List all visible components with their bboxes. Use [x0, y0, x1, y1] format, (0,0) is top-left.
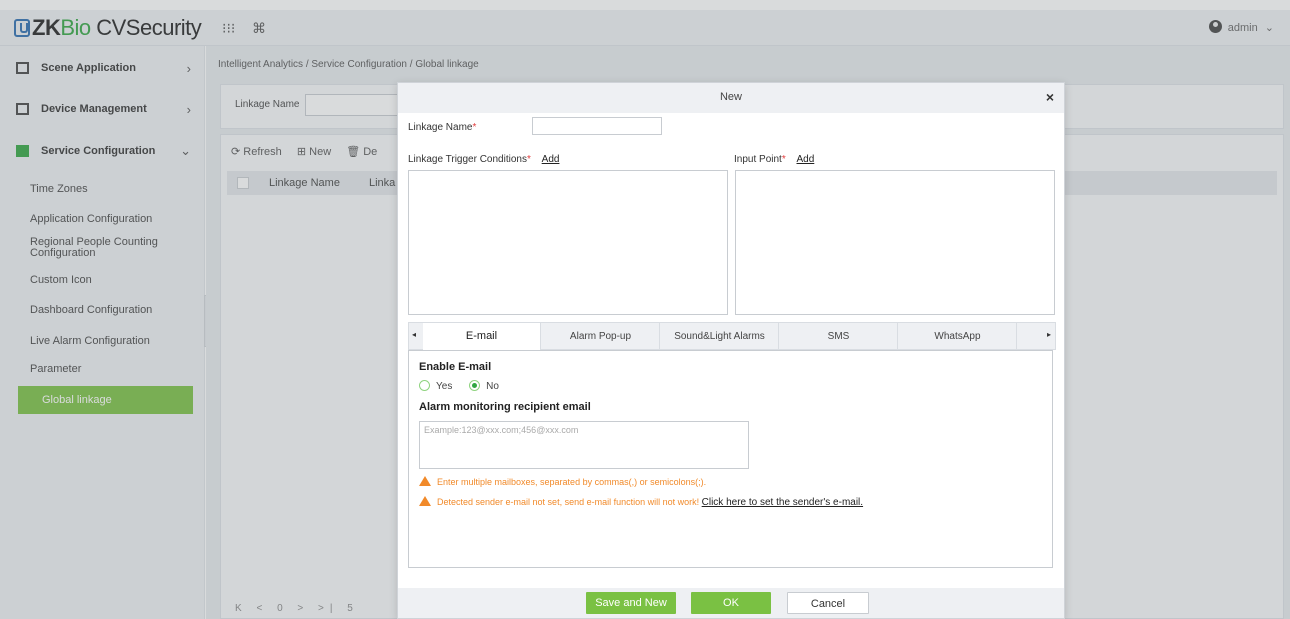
tab-alarm-popup[interactable]: Alarm Pop-up [542, 323, 660, 350]
cancel-button[interactable]: Cancel [787, 592, 869, 614]
tab-email[interactable]: E-mail [423, 323, 541, 350]
tab-sms[interactable]: SMS [780, 323, 898, 350]
recipient-email-textarea[interactable]: Example:123@xxx.com;456@xxx.com [419, 421, 749, 469]
required-mark: * [526, 154, 531, 165]
tab-prev-icon[interactable]: ◂ [412, 330, 416, 339]
linkage-action-tabs: ◂ E-mail Alarm Pop-up Sound&Light Alarms… [408, 322, 1056, 350]
trigger-conditions-label: Linkage Trigger Conditions* Add [408, 154, 560, 165]
input-point-label: Input Point* Add [734, 154, 815, 165]
tab-whatsapp[interactable]: WhatsApp [899, 323, 1017, 350]
radio-yes[interactable]: Yes [419, 380, 452, 392]
add-input-point-link[interactable]: Add [797, 154, 815, 165]
enable-email-title: Enable E-mail [419, 361, 492, 373]
trigger-conditions-box[interactable] [408, 170, 728, 315]
tab-next-icon[interactable]: ▸ [1047, 330, 1051, 339]
dialog-footer: Save and New OK Cancel [398, 588, 1064, 618]
required-mark: * [781, 154, 786, 165]
tab-sound-light-alarms[interactable]: Sound&Light Alarms [661, 323, 779, 350]
recipient-email-title: Alarm monitoring recipient email [419, 401, 591, 413]
linkage-name-input[interactable] [532, 117, 662, 135]
linkage-name-label: Linkage Name* [408, 122, 477, 133]
input-point-box[interactable] [735, 170, 1055, 315]
enable-email-radio-group: Yes No [419, 380, 513, 392]
required-mark: * [472, 122, 477, 133]
radio-no-checked-icon [469, 380, 481, 391]
new-linkage-dialog: New × Linkage Name* Linkage Trigger Cond… [397, 82, 1065, 619]
email-tab-panel: Enable E-mail Yes No Alarm monitoring re… [408, 350, 1053, 568]
radio-no[interactable]: No [469, 380, 499, 392]
close-icon[interactable]: × [1046, 89, 1054, 105]
ok-button[interactable]: OK [691, 592, 771, 614]
warning-icon [419, 476, 431, 486]
set-sender-email-link[interactable]: Click here to set the sender's e-mail. [702, 497, 863, 508]
warning-multiple-mailboxes: Enter multiple mailboxes, separated by c… [419, 476, 706, 487]
dialog-title: New [398, 83, 1064, 113]
warning-sender-not-set: Detected sender e-mail not set, send e-m… [419, 496, 863, 508]
add-trigger-link[interactable]: Add [542, 154, 560, 165]
radio-yes-icon [419, 380, 430, 391]
save-and-new-button[interactable]: Save and New [586, 592, 676, 614]
warning-icon [419, 496, 431, 506]
